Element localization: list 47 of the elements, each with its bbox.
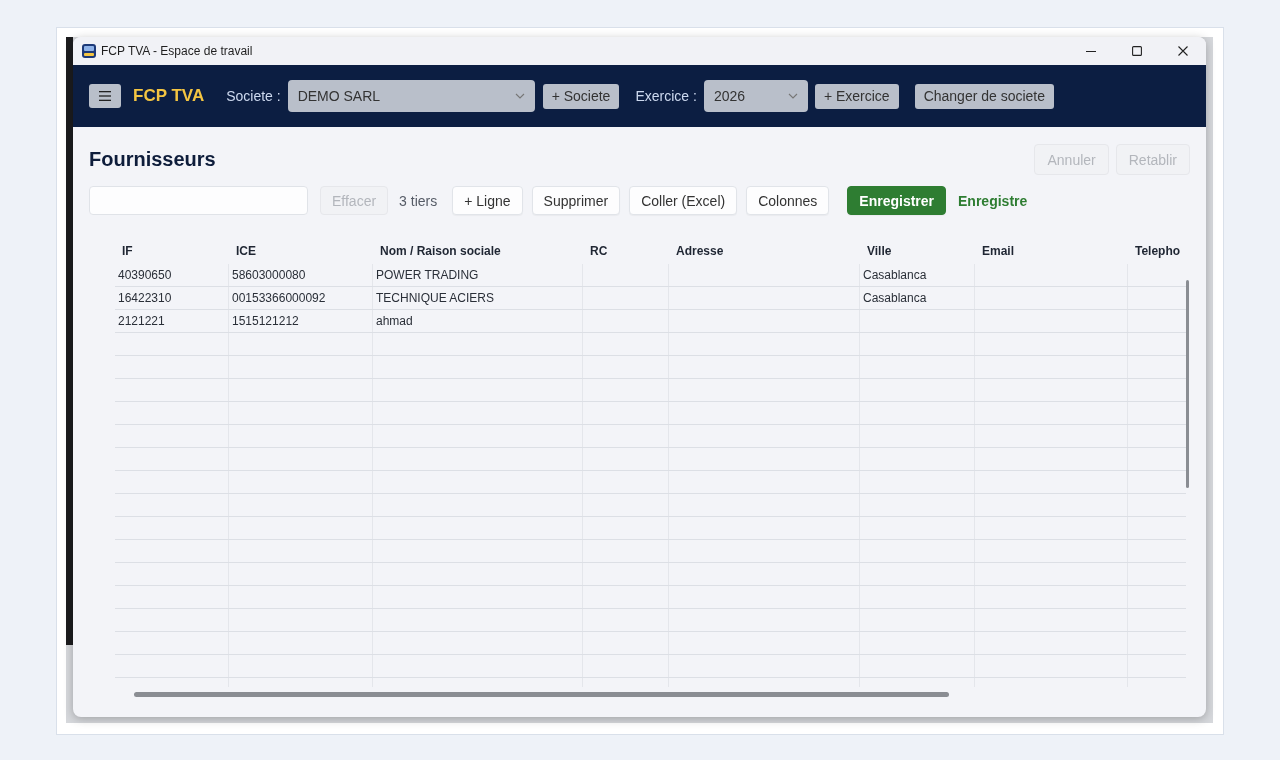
table-cell[interactable]: 58603000080 [229, 264, 373, 286]
table-cell[interactable]: 2121221 [115, 310, 229, 332]
column-header: Nom / Raison sociale [380, 243, 501, 258]
column-header: IF [122, 243, 133, 258]
toolbar-button[interactable]: Colonnes [746, 186, 830, 215]
window-title: FCP TVA - Espace de travail [101, 44, 253, 58]
change-company-button[interactable]: Changer de societe [914, 83, 1055, 109]
close-icon [1178, 46, 1188, 56]
table-cell[interactable]: TECHNIQUE ACIERS [373, 287, 583, 309]
toolbar-button[interactable]: + Ligne [452, 186, 523, 215]
save-status: Enregistre [958, 192, 1028, 209]
fiscal-year-label: Exercice : [635, 88, 697, 104]
app-brand: FCP TVA [133, 86, 205, 106]
column-header: Ville [867, 243, 892, 258]
add-company-button[interactable]: + Societe [542, 83, 620, 109]
table-cell[interactable]: 40390650 [115, 264, 229, 286]
company-label: Societe : [226, 88, 281, 104]
menu-button[interactable] [89, 84, 121, 108]
table-cell[interactable]: POWER TRADING [373, 264, 583, 286]
table-cell[interactable]: 1515121212 [229, 310, 373, 332]
save-button[interactable]: Enregistrer [847, 186, 947, 215]
chevron-down-icon [514, 93, 525, 99]
minimize-icon [1086, 50, 1096, 52]
menu-icon [99, 91, 111, 101]
table-cell[interactable]: 00153366000092 [229, 287, 373, 309]
record-count: 3 tiers [399, 192, 438, 209]
fiscal-year-select[interactable]: 2026 [703, 80, 808, 112]
column-header: ICE [236, 243, 256, 258]
column-header: Adresse [676, 243, 724, 258]
toolbar-button[interactable]: Coller (Excel) [629, 186, 738, 215]
vertical-scrollbar[interactable] [1186, 280, 1189, 488]
search-field[interactable] [89, 186, 308, 215]
maximize-icon [1132, 46, 1142, 56]
app-icon [82, 44, 96, 58]
table-cell[interactable]: 16422310 [115, 287, 229, 309]
company-select[interactable]: DEMO SARL [287, 80, 535, 112]
add-fiscal-year-button[interactable]: + Exercice [814, 83, 899, 109]
horizontal-scrollbar[interactable] [134, 692, 949, 697]
column-header: Telepho [1135, 243, 1181, 258]
table-cell[interactable]: ahmad [373, 310, 583, 332]
column-header: RC [590, 243, 608, 258]
toolbar-button[interactable]: Supprimer [531, 186, 621, 215]
table-cell[interactable]: Casablanca [860, 264, 975, 286]
chevron-down-icon [787, 93, 798, 99]
column-header: Email [982, 243, 1014, 258]
page-title: Fournisseurs [89, 148, 216, 171]
table-cell[interactable]: Casablanca [860, 287, 975, 309]
